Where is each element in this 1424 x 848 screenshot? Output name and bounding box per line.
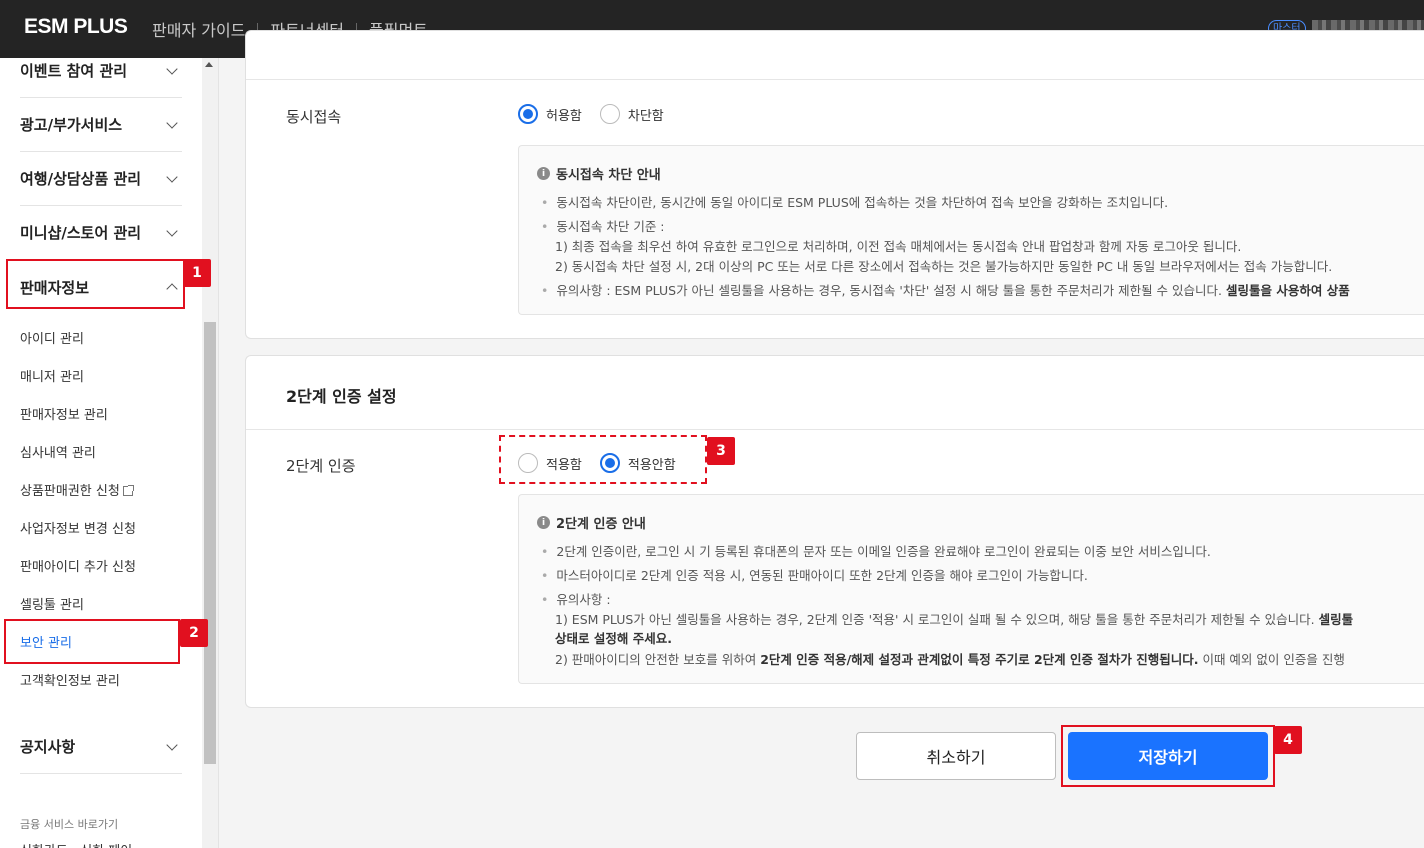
two-factor-info-box: i 2단계 인증 안내 • 2단계 인증이란, 로그인 시 기 등록된 휴대폰의 … xyxy=(518,494,1424,684)
sidebar-item-id-management[interactable]: 아이디 관리 xyxy=(20,328,84,347)
sidebar-menu-event[interactable]: 이벤트 참여 관리 xyxy=(20,44,182,98)
info-bold-text: 셀링툴 xyxy=(1318,612,1354,627)
info-sub-text: 이때 예외 없이 인증을 진행 xyxy=(1202,652,1345,667)
info-line-text: 마스터아이디로 2단계 인증 적용 시, 연동된 판매아이디 또한 2단계 인증… xyxy=(556,568,1088,583)
info-line-text: 유의사항 : xyxy=(556,592,611,607)
info-line: • 유의사항 : ESM PLUS가 아닌 셀링툴을 사용하는 경우, 동시접속 … xyxy=(541,283,1350,298)
info-icon: i xyxy=(537,516,550,529)
radio-label: 허용함 xyxy=(546,108,582,124)
cancel-button[interactable]: 취소하기 xyxy=(856,732,1056,780)
sidebar-menu-minishop[interactable]: 미니샵/스토어 관리 xyxy=(20,206,182,260)
esm-plus-logo[interactable]: ESM PLUS xyxy=(24,15,128,39)
finance-shortcut-item[interactable]: 신한카드 · 신한 페이 xyxy=(20,840,132,848)
sidebar-item-business-info-change[interactable]: 사업자정보 변경 신청 xyxy=(20,518,136,537)
two-factor-panel: 2단계 인증 설정 2단계 인증 적용함 적용안함 i 2단계 인증 안내 • 2… xyxy=(245,355,1424,708)
concurrent-access-panel: 동시접속 허용함 차단함 i 동시접속 차단 안내 • 동시접속 차단이란, 동시… xyxy=(245,30,1424,339)
two-factor-label: 2단계 인증 xyxy=(286,457,356,475)
two-factor-section-title: 2단계 인증 설정 xyxy=(286,387,397,406)
info-title-text: 동시접속 차단 안내 xyxy=(556,168,661,183)
menu-label: 이벤트 참여 관리 xyxy=(20,62,128,80)
annotation-badge-3: 3 xyxy=(707,437,735,465)
info-line: • 유의사항 : xyxy=(541,592,611,607)
chevron-down-icon xyxy=(166,170,178,183)
info-bold-text: 2단계 인증 적용/해제 설정과 관계없이 특정 주기로 2단계 인증 절차가 … xyxy=(760,652,1199,667)
annotation-box-4 xyxy=(1061,725,1275,787)
radio-unchecked-icon[interactable] xyxy=(599,104,620,124)
scroll-up-arrow-icon[interactable] xyxy=(205,62,213,67)
info-sub-line: 2) 판매아이디의 안전한 보호를 위하여 2단계 인증 적용/해제 설정과 관… xyxy=(555,649,1345,668)
info-sub-line: 상태로 설정해 주세요. xyxy=(555,628,672,647)
info-bold-text: 셀링툴을 사용하여 상품 xyxy=(1226,283,1350,298)
concurrent-info-box: i 동시접속 차단 안내 • 동시접속 차단이란, 동시간에 동일 아이디로 ES… xyxy=(518,145,1424,315)
annotation-box-1 xyxy=(6,259,185,309)
menu-label: 여행/상담상품 관리 xyxy=(20,170,142,188)
radio-allow[interactable]: 허용함 xyxy=(518,104,582,124)
sidebar-menu-notice[interactable]: 공지사항 xyxy=(20,720,182,774)
info-title: i 2단계 인증 안내 xyxy=(537,513,646,532)
annotation-badge-1: 1 xyxy=(183,259,211,287)
sidebar-item-selling-tool[interactable]: 셀링툴 관리 xyxy=(20,594,84,613)
sidebar-item-sales-permission[interactable]: 상품판매권한 신청 xyxy=(20,480,134,499)
radio-checked-icon[interactable] xyxy=(518,104,538,124)
sidebar-item-manager-management[interactable]: 매니저 관리 xyxy=(20,366,84,385)
sidebar-scroll-thumb[interactable] xyxy=(204,322,216,764)
nav-seller-guide[interactable]: 판매자 가이드 xyxy=(152,17,245,41)
menu-label: 광고/부가서비스 xyxy=(20,116,123,134)
menu-label: 미니샵/스토어 관리 xyxy=(20,224,142,242)
radio-block[interactable]: 차단함 xyxy=(599,104,664,124)
annotation-box-3 xyxy=(499,435,707,484)
info-sub-line: 1) ESM PLUS가 아닌 셀링툴을 사용하는 경우, 2단계 인증 '적용… xyxy=(555,609,1353,628)
concurrent-access-label: 동시접속 xyxy=(286,108,342,126)
radio-label: 차단함 xyxy=(627,108,664,124)
info-line-text: 동시접속 차단 기준 : xyxy=(556,219,665,234)
info-sub-text: 1) ESM PLUS가 아닌 셀링툴을 사용하는 경우, 2단계 인증 '적용… xyxy=(555,612,1315,627)
finance-shortcut-label: 금융 서비스 바로가기 xyxy=(20,818,119,831)
info-line: • 2단계 인증이란, 로그인 시 기 등록된 휴대폰의 문자 또는 이메일 인증… xyxy=(541,544,1211,559)
info-bold-text: 상태로 설정해 주세요. xyxy=(555,631,672,646)
info-title: i 동시접속 차단 안내 xyxy=(537,164,661,183)
annotation-badge-2: 2 xyxy=(180,619,208,647)
annotation-badge-4: 4 xyxy=(1274,726,1302,754)
info-line: • 동시접속 차단이란, 동시간에 동일 아이디로 ESM PLUS에 접속하는 … xyxy=(541,195,1169,210)
sidebar-item-customer-verification[interactable]: 고객확인정보 관리 xyxy=(20,670,120,689)
info-sub-text: 2) 판매아이디의 안전한 보호를 위하여 xyxy=(555,652,757,667)
chevron-down-icon xyxy=(166,738,178,751)
info-sub-line: 1) 최종 접속을 최우선 하여 유효한 로그인으로 처리하며, 이전 접속 매… xyxy=(555,239,1242,254)
menu-label: 공지사항 xyxy=(20,738,76,756)
sidebar-item-add-seller-id[interactable]: 판매아이디 추가 신청 xyxy=(20,556,136,575)
panel-divider xyxy=(246,429,1424,430)
info-sub-line: 2) 동시접속 차단 설정 시, 2대 이상의 PC 또는 서로 다른 장소에서… xyxy=(555,259,1333,274)
sidebar-item-review-history[interactable]: 심사내역 관리 xyxy=(20,442,96,461)
menu-label: 상품판매권한 신청 xyxy=(20,484,120,499)
info-icon: i xyxy=(537,167,550,180)
annotation-box-2 xyxy=(4,619,180,664)
info-line-text: 유의사항 : ESM PLUS가 아닌 셀링툴을 사용하는 경우, 동시접속 '… xyxy=(556,283,1223,298)
chevron-down-icon xyxy=(166,116,178,129)
sidebar-item-seller-info-management[interactable]: 판매자정보 관리 xyxy=(20,404,108,423)
info-line-text: 2단계 인증이란, 로그인 시 기 등록된 휴대폰의 문자 또는 이메일 인증을… xyxy=(556,544,1211,559)
info-title-text: 2단계 인증 안내 xyxy=(556,517,646,532)
concurrent-access-radio-group: 허용함 차단함 xyxy=(518,104,682,124)
info-line-text: 동시접속 차단이란, 동시간에 동일 아이디로 ESM PLUS에 접속하는 것… xyxy=(556,195,1169,210)
sidebar-menu-travel[interactable]: 여행/상담상품 관리 xyxy=(20,152,182,206)
info-line: • 마스터아이디로 2단계 인증 적용 시, 연동된 판매아이디 또한 2단계 인… xyxy=(541,568,1088,583)
panel-divider xyxy=(246,79,1424,80)
external-link-icon xyxy=(122,485,134,496)
chevron-down-icon xyxy=(166,224,178,237)
info-line: • 동시접속 차단 기준 : xyxy=(541,219,665,234)
chevron-down-icon xyxy=(166,62,178,75)
sidebar-menu-ads[interactable]: 광고/부가서비스 xyxy=(20,98,182,152)
